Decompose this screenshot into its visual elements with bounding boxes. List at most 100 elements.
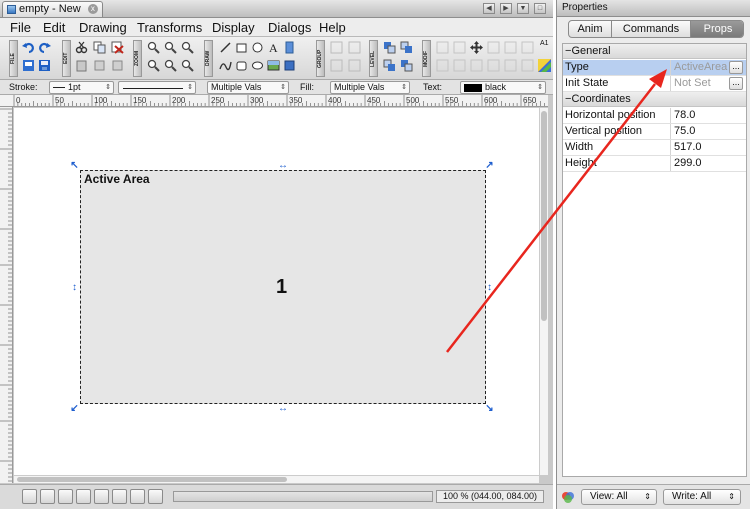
vertical-scrollbar[interactable] (539, 108, 548, 475)
property-value[interactable]: ActiveArea (670, 60, 728, 75)
resize-handle-sw-icon[interactable]: ↙ (70, 404, 79, 414)
image-icon[interactable] (283, 41, 296, 54)
horizontal-scroll-thumb[interactable] (17, 477, 287, 482)
redo-icon[interactable] (38, 41, 51, 54)
menu-edit[interactable]: Edit (42, 19, 66, 36)
menu-display[interactable]: Display (211, 19, 256, 36)
rotate-icon[interactable] (436, 41, 449, 54)
group-icon[interactable] (330, 41, 343, 54)
menu-drawing[interactable]: Drawing (78, 19, 128, 36)
bring-front-icon[interactable] (400, 41, 413, 54)
menu-file[interactable]: File (9, 19, 32, 36)
oval-icon[interactable] (251, 59, 264, 72)
property-value[interactable]: 75.0 (670, 124, 728, 139)
select-mode-icon[interactable] (22, 489, 37, 504)
zoom-fit-icon[interactable] (181, 41, 194, 54)
edit-ellipsis-button[interactable]: ... (729, 61, 743, 74)
edit-ellipsis-button[interactable]: ... (729, 77, 743, 90)
align-icon[interactable] (521, 41, 534, 54)
active-area[interactable]: Active Area 1 (80, 170, 486, 404)
visibility-icon[interactable] (487, 59, 500, 72)
maximize-icon[interactable]: □ (534, 3, 546, 14)
move-icon[interactable] (470, 41, 483, 54)
skew-icon[interactable] (504, 41, 517, 54)
picture-icon[interactable] (267, 59, 280, 72)
zoom-width-icon[interactable] (181, 59, 194, 72)
resize-handle-ne-icon[interactable]: ↗ (485, 161, 494, 171)
property-row-height[interactable]: Height 299.0 (563, 156, 746, 172)
property-row-init-state[interactable]: Init State Not Set ... (563, 76, 746, 92)
paste-icon[interactable] (75, 59, 88, 72)
duplicate-icon[interactable] (93, 59, 106, 72)
send-back-icon[interactable] (400, 59, 413, 72)
close-tab-icon[interactable]: x (87, 4, 98, 15)
border-icon[interactable] (453, 59, 466, 72)
resize-handle-e-icon[interactable]: ↕ (485, 283, 494, 293)
vertical-scroll-thumb[interactable] (541, 111, 547, 321)
property-value[interactable]: 78.0 (670, 108, 728, 123)
effects-icon[interactable] (521, 59, 534, 72)
tab-props[interactable]: Props (691, 21, 743, 37)
scroll-right-icon[interactable]: ▶ (500, 3, 512, 14)
fill-combo[interactable]: Multiple Vals ⇕ (330, 81, 410, 94)
section-coordinates[interactable]: −Coordinates (563, 92, 746, 107)
resize-handle-n-icon[interactable]: ↔ (278, 161, 288, 171)
rulers-icon[interactable] (130, 489, 145, 504)
cut-icon[interactable] (75, 41, 88, 54)
tab-commands[interactable]: Commands (612, 21, 691, 37)
menu-dialogs[interactable]: Dialogs (267, 19, 312, 36)
snap-icon[interactable] (94, 489, 109, 504)
preview-icon[interactable] (58, 489, 73, 504)
resize-handle-nw-icon[interactable]: ↖ (70, 161, 79, 171)
property-row-vertical-position[interactable]: Vertical position 75.0 (563, 124, 746, 140)
layers-icon[interactable] (40, 489, 55, 504)
rounded-rect-icon[interactable] (235, 59, 248, 72)
property-value[interactable]: 517.0 (670, 140, 728, 155)
resize-handle-s-icon[interactable]: ↔ (278, 404, 288, 414)
ungroup-icon[interactable] (348, 41, 361, 54)
outline-icon[interactable] (148, 489, 163, 504)
scroll-left-icon[interactable]: ◀ (483, 3, 495, 14)
write-filter-combo[interactable]: Write: All ⇕ (663, 489, 741, 505)
lock-icon[interactable] (470, 59, 483, 72)
media-icon[interactable] (283, 59, 296, 72)
copy-icon[interactable] (93, 41, 106, 54)
color-icon[interactable] (538, 59, 551, 72)
group-add-icon[interactable] (330, 59, 343, 72)
resize-handle-se-icon[interactable]: ↘ (485, 404, 494, 414)
tab-anim[interactable]: Anim (569, 21, 612, 37)
property-value[interactable]: Not Set (670, 76, 728, 91)
delete-icon[interactable] (111, 41, 124, 54)
horizontal-scrollbar[interactable] (14, 475, 539, 483)
stroke-width-combo[interactable]: 1pt ⇕ (49, 81, 114, 94)
menu-transforms[interactable]: Transforms (136, 19, 203, 36)
link-icon[interactable] (504, 59, 517, 72)
zoom-in-icon[interactable] (147, 41, 160, 54)
zoom-page-icon[interactable] (164, 59, 177, 72)
rect-icon[interactable] (235, 41, 248, 54)
guides-icon[interactable] (112, 489, 127, 504)
level-down-icon[interactable] (383, 59, 396, 72)
level-up-icon[interactable] (383, 41, 396, 54)
text-color-combo[interactable]: black ⇕ (460, 81, 546, 94)
line-icon[interactable] (219, 41, 232, 54)
zoom-selection-icon[interactable] (147, 59, 160, 72)
property-row-width[interactable]: Width 517.0 (563, 140, 746, 156)
document-tab[interactable]: empty - New x (2, 1, 103, 17)
property-value[interactable]: 299.0 (670, 156, 728, 171)
path-icon[interactable] (219, 59, 232, 72)
save-icon[interactable] (38, 59, 51, 72)
property-row-type[interactable]: Type ActiveArea ... (563, 60, 746, 76)
property-row-horizontal-position[interactable]: Horizontal position 78.0 (563, 108, 746, 124)
grid-icon[interactable] (76, 489, 91, 504)
scale-icon[interactable] (487, 41, 500, 54)
new-icon[interactable] (22, 59, 35, 72)
dash-pattern-combo[interactable]: Multiple Vals ⇕ (207, 81, 289, 94)
dropdown-icon[interactable]: ▼ (517, 3, 529, 14)
view-filter-combo[interactable]: View: All ⇕ (581, 489, 657, 505)
palette-icon[interactable] (561, 490, 575, 504)
shadow-icon[interactable] (436, 59, 449, 72)
menu-help[interactable]: Help (318, 19, 347, 36)
text-icon[interactable]: A (267, 41, 280, 54)
resize-handle-w-icon[interactable]: ↕ (70, 283, 79, 293)
